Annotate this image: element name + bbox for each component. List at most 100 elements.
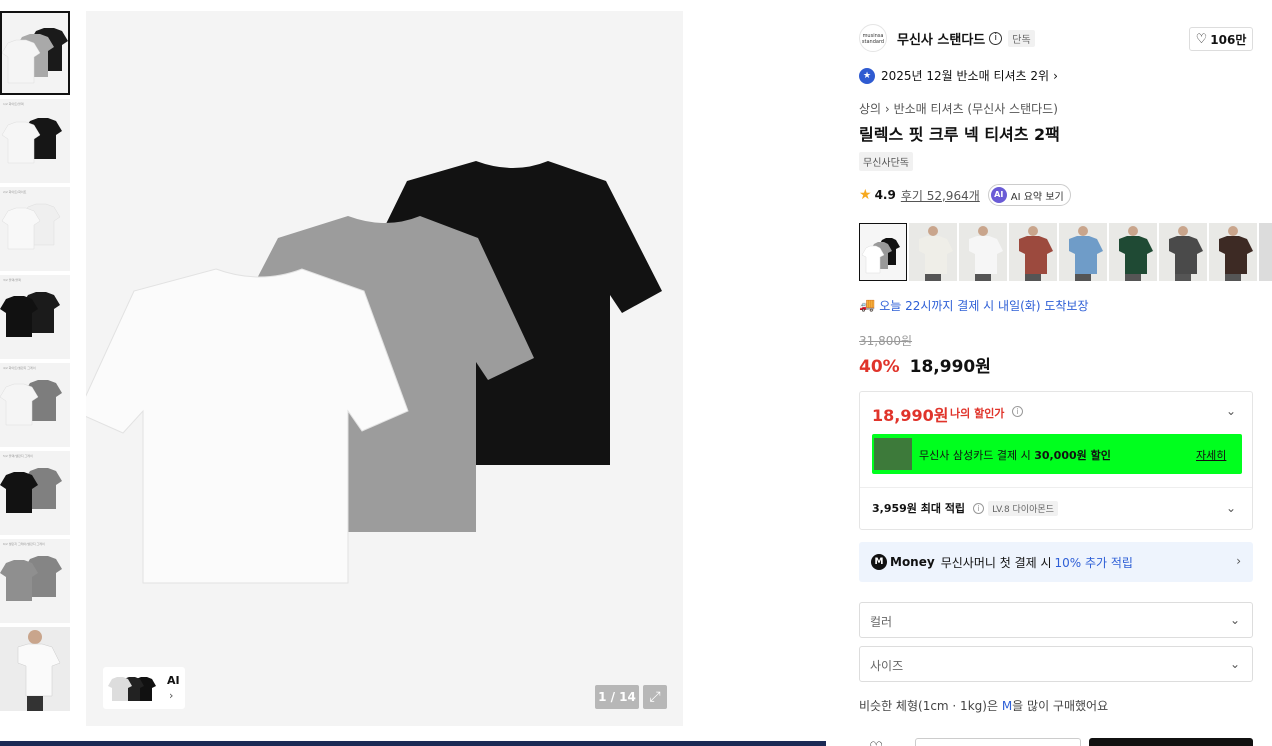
swatch-model-image bbox=[1209, 223, 1257, 281]
product-page: 1/2 화이트/블랙 2/2 화이트/화이트 3/2 블랙/블랙 4/2 화이트… bbox=[0, 0, 1272, 746]
chevron-down-icon[interactable]: ⌄ bbox=[1226, 404, 1236, 418]
chevron-right-icon: › bbox=[1236, 554, 1241, 568]
swatch-model-image bbox=[1059, 223, 1107, 281]
like-count: 106만 bbox=[1210, 32, 1247, 47]
color-select[interactable]: 컬러 ⌄ bbox=[859, 602, 1253, 638]
swatch-2[interactable] bbox=[909, 223, 957, 281]
thumb-caption: 4/2 화이트/멜란지 그레이 bbox=[3, 366, 36, 370]
thumbnail-7[interactable]: 6/2 멜란지 그레이/멜란지 그레이 bbox=[0, 539, 70, 623]
thumb-shirts-image bbox=[0, 556, 62, 601]
ai-summary-button[interactable]: AI AI 요약 보기 bbox=[987, 184, 1071, 206]
product-info-panel: musinsa standard 무신사 스탠다드 i 단독 ♡ 106만 ★ … bbox=[843, 11, 1272, 746]
money-highlight: 10% 추가 적립 bbox=[1054, 555, 1133, 570]
thumb-shirts-image bbox=[0, 292, 60, 337]
star-icon: ★ bbox=[859, 187, 872, 203]
hint-suffix: 을 많이 구매했어요 bbox=[1012, 699, 1109, 713]
breadcrumb-item[interactable]: 상의 bbox=[859, 102, 881, 116]
delivery-guarantee[interactable]: 🚚 오늘 22시까지 결제 시 내일(화) 도착보장 bbox=[859, 297, 1089, 314]
thumbnail-3[interactable]: 2/2 화이트/화이트 bbox=[0, 187, 70, 271]
swatch-3[interactable] bbox=[959, 223, 1007, 281]
brand-logo[interactable]: musinsa standard bbox=[859, 24, 887, 52]
chevron-right-icon: › bbox=[169, 689, 174, 702]
brand-name[interactable]: 무신사 스탠다드 bbox=[897, 29, 985, 48]
thumb-shirts-image bbox=[1, 203, 61, 250]
money-brand: Money bbox=[890, 555, 935, 569]
card-amount: 30,000원 할인 bbox=[1034, 449, 1111, 462]
swatch-9[interactable] bbox=[1259, 223, 1272, 281]
swatch-model-image bbox=[909, 223, 957, 281]
chevron-right-icon: › bbox=[1053, 68, 1058, 83]
ranking-badge-icon: ★ bbox=[859, 67, 875, 84]
ai-similar-thumb bbox=[108, 677, 156, 701]
bottom-banner-strip bbox=[0, 741, 826, 746]
swatch-6[interactable] bbox=[1109, 223, 1157, 281]
main-product-image[interactable]: AI › 1 / 14 ⤢ bbox=[86, 11, 683, 726]
thumbnail-1[interactable] bbox=[0, 11, 70, 95]
thumbnail-list: 1/2 화이트/블랙 2/2 화이트/화이트 3/2 블랙/블랙 4/2 화이트… bbox=[0, 11, 70, 715]
ai-label: AI bbox=[167, 674, 180, 687]
rating-value: 4.9 bbox=[874, 188, 896, 202]
member-level-badge: LV.8 다이아몬드 bbox=[988, 500, 1058, 516]
review-link[interactable]: 후기 52,964개 bbox=[901, 187, 980, 204]
like-button[interactable]: ♡ 106만 bbox=[1189, 27, 1253, 51]
gift-button[interactable] bbox=[915, 738, 1081, 746]
hint-prefix: 비슷한 체형(1cm · 1kg)은 bbox=[859, 699, 1002, 713]
ai-icon: AI bbox=[990, 187, 1007, 203]
swatch-5[interactable] bbox=[1059, 223, 1107, 281]
exclusive-tag: 무신사단독 bbox=[859, 152, 913, 171]
brand-logo-text: standard bbox=[861, 39, 885, 45]
brand-row: musinsa standard 무신사 스탠다드 i 단독 bbox=[859, 24, 1035, 52]
size-select-label: 사이즈 bbox=[870, 659, 904, 673]
thumbnail-6[interactable]: 5/2 블랙/멜란지 그레이 bbox=[0, 451, 70, 535]
swatch-7[interactable] bbox=[1159, 223, 1207, 281]
product-title: 릴렉스 핏 크루 넥 티셔츠 2팩 bbox=[859, 125, 1060, 144]
thumb-caption: 2/2 화이트/화이트 bbox=[3, 190, 27, 194]
swatch-8[interactable] bbox=[1209, 223, 1257, 281]
thumbnail-8[interactable] bbox=[0, 627, 70, 711]
info-icon[interactable]: i bbox=[1012, 406, 1023, 417]
card-discount-text: 무신사 삼성카드 결제 시 30,000원 할인 bbox=[919, 447, 1111, 463]
ranking-link[interactable]: ★ 2025년 12월 반소매 티셔츠 2위 › bbox=[859, 67, 1058, 84]
truck-icon: 🚚 bbox=[859, 298, 876, 313]
swatch-1[interactable] bbox=[859, 223, 907, 281]
heart-icon[interactable]: ♡ bbox=[869, 738, 883, 746]
info-icon[interactable]: i bbox=[973, 502, 985, 514]
heart-icon: ♡ bbox=[1195, 31, 1208, 47]
ranking-text: 2025년 12월 반소매 티셔츠 2위 bbox=[881, 69, 1050, 83]
expand-icon[interactable]: ⤢ bbox=[643, 685, 667, 709]
exclusive-badge: 단독 bbox=[1008, 29, 1035, 47]
musinsa-money-banner[interactable]: M Money 무신사머니 첫 결제 시 10% 추가 적립 › bbox=[859, 542, 1253, 582]
thumbnail-4[interactable]: 3/2 블랙/블랙 bbox=[0, 275, 70, 359]
original-price: 31,800원 bbox=[859, 334, 913, 348]
size-select[interactable]: 사이즈 ⌄ bbox=[859, 646, 1253, 682]
buy-button[interactable] bbox=[1089, 738, 1253, 746]
thumb-shirts-image bbox=[0, 380, 62, 426]
image-counter: 1 / 14 bbox=[595, 685, 639, 709]
swatch-model-image bbox=[959, 223, 1007, 281]
swatch-4[interactable] bbox=[1009, 223, 1057, 281]
sale-price: 18,990원 bbox=[909, 357, 991, 377]
card-image bbox=[874, 438, 912, 470]
rating-row: ★ 4.9 후기 52,964개 AI AI 요약 보기 bbox=[859, 184, 1071, 206]
card-discount-banner[interactable]: 무신사 삼성카드 결제 시 30,000원 할인 자세히 bbox=[872, 434, 1242, 474]
card-detail-link[interactable]: 자세히 bbox=[1196, 447, 1226, 463]
breadcrumb-separator-icon: › bbox=[884, 102, 890, 116]
money-icon: M bbox=[871, 554, 887, 570]
price-row: 40% 18,990원 bbox=[859, 352, 991, 377]
thumbnail-2[interactable]: 1/2 화이트/블랙 bbox=[0, 99, 70, 183]
breadcrumb-item[interactable]: 반소매 티셔츠 (무신사 스탠다드) bbox=[894, 102, 1058, 116]
thumb-caption: 5/2 블랙/멜란지 그레이 bbox=[3, 454, 33, 458]
divider bbox=[860, 487, 1252, 488]
chevron-down-icon[interactable]: ⌄ bbox=[1226, 501, 1236, 515]
discount-rate: 40% bbox=[859, 357, 900, 377]
ai-similar-button[interactable]: AI › bbox=[103, 667, 185, 709]
max-points: 3,959원 최대 적립 bbox=[872, 502, 966, 515]
thumbnail-5[interactable]: 4/2 화이트/멜란지 그레이 bbox=[0, 363, 70, 447]
info-icon[interactable]: i bbox=[989, 31, 1003, 45]
hint-size: M bbox=[1001, 699, 1013, 713]
swatch-model-image bbox=[1259, 223, 1272, 281]
points-row: 3,959원 최대 적립 i LV.8 다이아몬드 bbox=[872, 500, 1058, 516]
money-text: 무신사머니 첫 결제 시 bbox=[940, 555, 1052, 570]
thumb-caption: 6/2 멜란지 그레이/멜란지 그레이 bbox=[3, 542, 45, 546]
thumb-caption: 1/2 화이트/블랙 bbox=[3, 102, 24, 106]
